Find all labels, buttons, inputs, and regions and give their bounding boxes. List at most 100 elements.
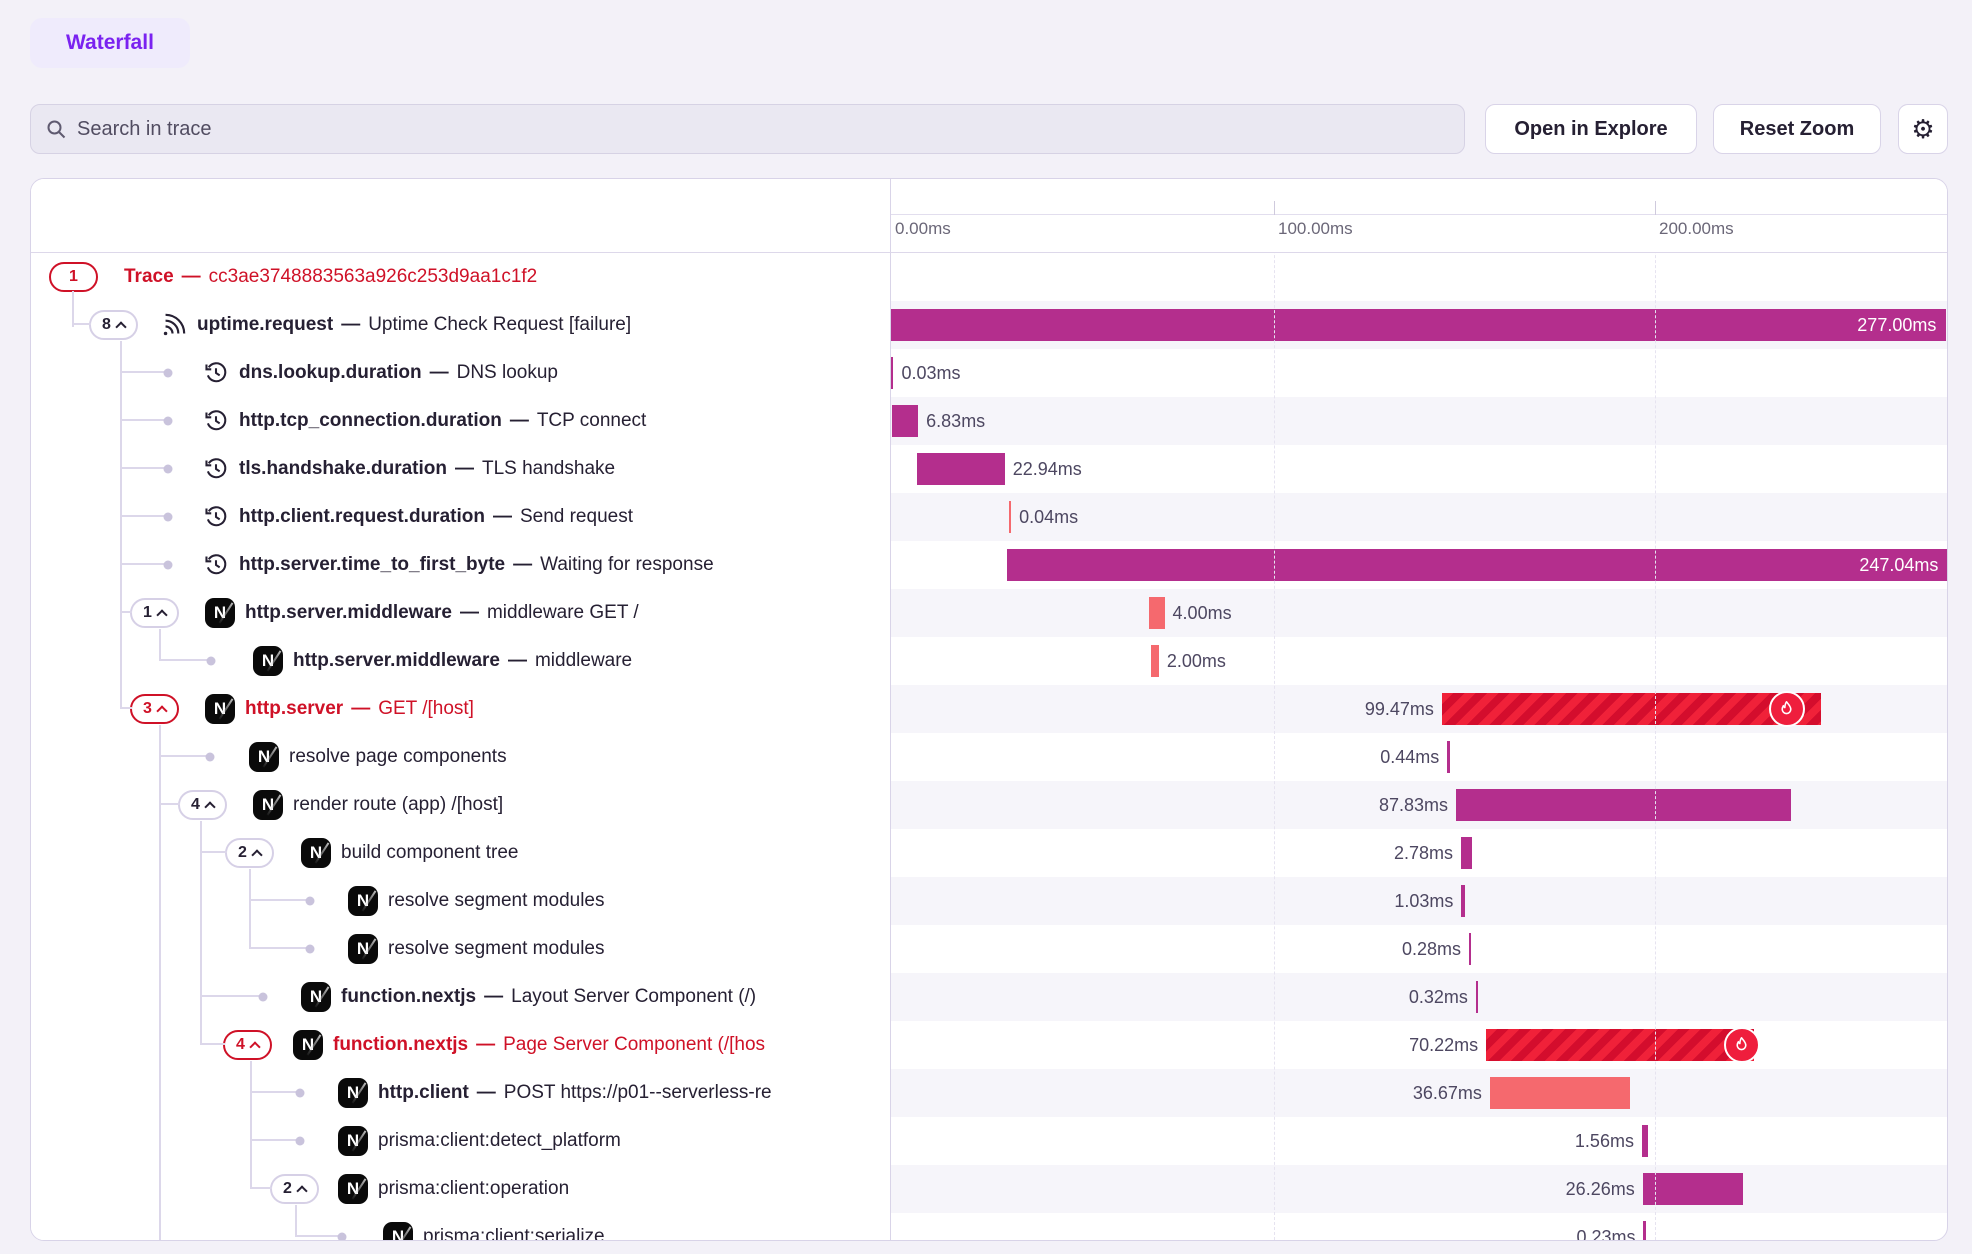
span-bar[interactable] <box>1461 885 1465 917</box>
span-row-timeline[interactable]: 247.04ms <box>891 541 1948 589</box>
span-bar[interactable] <box>1476 981 1478 1013</box>
span-row-timeline[interactable]: 26.26ms <box>891 1165 1948 1213</box>
span-row-timeline[interactable]: 99.47ms <box>891 685 1948 733</box>
span-bar[interactable] <box>1490 1077 1630 1109</box>
span-row-timeline[interactable] <box>891 253 1948 301</box>
span-row[interactable]: 1Nhttp.server.middleware—middleware GET … <box>31 589 1948 637</box>
span-row-timeline[interactable]: 2.78ms <box>891 829 1948 877</box>
span-bar[interactable] <box>1009 501 1011 533</box>
span-row-title[interactable]: http.server.time_to_first_byte—Waiting f… <box>31 541 891 589</box>
span-row-timeline[interactable]: 1.03ms <box>891 877 1948 925</box>
span-row-title[interactable]: 8uptime.request—Uptime Check Request [fa… <box>31 301 891 349</box>
span-bar[interactable] <box>1456 789 1791 821</box>
span-row[interactable]: Nprisma:client:detect_platform1.56ms <box>31 1117 1948 1165</box>
children-count-badge[interactable]: 3 <box>130 694 179 724</box>
nextjs-icon: N <box>338 1126 368 1156</box>
span-row-timeline[interactable]: 0.03ms <box>891 349 1948 397</box>
span-row-timeline[interactable]: 22.94ms <box>891 445 1948 493</box>
span-row-timeline[interactable]: 0.23ms <box>891 1213 1948 1241</box>
span-row[interactable]: Nhttp.client—POST https://p01--serverles… <box>31 1069 1948 1117</box>
span-bar[interactable] <box>917 453 1004 485</box>
span-row-title[interactable]: http.client.request.duration—Send reques… <box>31 493 891 541</box>
span-row-title[interactable]: Nprisma:client:detect_platform <box>31 1117 891 1165</box>
span-bar[interactable] <box>1149 597 1164 629</box>
span-row-title[interactable]: 1Nhttp.server.middleware—middleware GET … <box>31 589 891 637</box>
span-row[interactable]: 1 Trace—cc3ae3748883563a926c253d9aa1c1f2 <box>31 253 1948 301</box>
span-row[interactable]: dns.lookup.duration—DNS lookup0.03ms <box>31 349 1948 397</box>
span-row[interactable]: Nhttp.server.middleware—middleware2.00ms <box>31 637 1948 685</box>
reset-zoom-button[interactable]: Reset Zoom <box>1713 104 1881 154</box>
span-row-timeline[interactable]: 277.00ms <box>891 301 1948 349</box>
span-row-timeline[interactable]: 87.83ms <box>891 781 1948 829</box>
span-description: Trace—cc3ae3748883563a926c253d9aa1c1f2 <box>124 253 537 301</box>
span-row-title[interactable]: 1 Trace—cc3ae3748883563a926c253d9aa1c1f2 <box>31 253 891 301</box>
timeline-header[interactable]: 0.00ms 100.00ms 200.00ms <box>891 179 1948 253</box>
span-row-timeline[interactable]: 0.44ms <box>891 733 1948 781</box>
children-count-badge[interactable]: 1 <box>49 262 98 292</box>
span-row-timeline[interactable]: 70.22ms <box>891 1021 1948 1069</box>
span-row-timeline[interactable]: 0.28ms <box>891 925 1948 973</box>
children-count-badge[interactable]: 1 <box>130 598 179 628</box>
children-count-badge[interactable]: 4 <box>223 1030 272 1060</box>
search-input[interactable] <box>30 104 1465 154</box>
span-row-title[interactable]: Nresolve segment modules <box>31 925 891 973</box>
flame-icon[interactable] <box>1769 691 1805 727</box>
span-row[interactable]: 4Nfunction.nextjs—Page Server Component … <box>31 1021 1948 1069</box>
span-row-title[interactable]: 4Nfunction.nextjs—Page Server Component … <box>31 1021 891 1069</box>
span-row[interactable]: Nprisma:client:serialize 0.23ms <box>31 1213 1948 1241</box>
span-row[interactable]: Nresolve segment modules1.03ms <box>31 877 1948 925</box>
duration-label: 0.23ms <box>1576 1213 1635 1241</box>
span-row[interactable]: Nresolve segment modules0.28ms <box>31 925 1948 973</box>
span-row[interactable]: http.client.request.duration—Send reques… <box>31 493 1948 541</box>
span-row-timeline[interactable]: 0.32ms <box>891 973 1948 1021</box>
span-row[interactable]: 3Nhttp.server—GET /[host]99.47ms <box>31 685 1948 733</box>
span-row[interactable]: http.tcp_connection.duration—TCP connect… <box>31 397 1948 445</box>
span-row[interactable]: Nresolve page components0.44ms <box>31 733 1948 781</box>
span-row[interactable]: http.server.time_to_first_byte—Waiting f… <box>31 541 1948 589</box>
span-bar[interactable] <box>1469 933 1471 965</box>
span-row-title[interactable]: 3Nhttp.server—GET /[host] <box>31 685 891 733</box>
span-bar[interactable] <box>1447 741 1449 773</box>
span-row-title[interactable]: 2Nprisma:client:operation <box>31 1165 891 1213</box>
settings-button[interactable]: ⚙ <box>1898 104 1948 154</box>
span-row-title[interactable]: http.tcp_connection.duration—TCP connect <box>31 397 891 445</box>
span-row[interactable]: Nfunction.nextjs—Layout Server Component… <box>31 973 1948 1021</box>
span-bar[interactable] <box>1151 645 1159 677</box>
span-row-timeline[interactable]: 0.04ms <box>891 493 1948 541</box>
span-row-title[interactable]: 2Nbuild component tree <box>31 829 891 877</box>
span-row[interactable]: 8uptime.request—Uptime Check Request [fa… <box>31 301 1948 349</box>
span-row[interactable]: tls.handshake.duration—TLS handshake22.9… <box>31 445 1948 493</box>
span-row-title[interactable]: Nresolve page components <box>31 733 891 781</box>
span-bar[interactable] <box>892 405 918 437</box>
span-bar[interactable] <box>1643 1173 1743 1205</box>
span-row-title[interactable]: tls.handshake.duration—TLS handshake <box>31 445 891 493</box>
tab-waterfall[interactable]: Waterfall <box>30 18 190 68</box>
span-row-title[interactable]: Nhttp.client—POST https://p01--serverles… <box>31 1069 891 1117</box>
span-row[interactable]: 2Nprisma:client:operation26.26ms <box>31 1165 1948 1213</box>
span-row-title[interactable]: Nfunction.nextjs—Layout Server Component… <box>31 973 891 1021</box>
span-bar[interactable] <box>1442 693 1821 725</box>
children-count-badge[interactable]: 2 <box>225 838 274 868</box>
span-row-timeline[interactable]: 6.83ms <box>891 397 1948 445</box>
span-row[interactable]: 2Nbuild component tree2.78ms <box>31 829 1948 877</box>
span-row-title[interactable]: Nresolve segment modules <box>31 877 891 925</box>
span-row-title[interactable]: dns.lookup.duration—DNS lookup <box>31 349 891 397</box>
children-count-badge[interactable]: 4 <box>178 790 227 820</box>
span-row-timeline[interactable]: 2.00ms <box>891 637 1948 685</box>
span-bar[interactable] <box>891 357 893 389</box>
span-row-timeline[interactable]: 36.67ms <box>891 1069 1948 1117</box>
span-row-title[interactable]: Nhttp.server.middleware—middleware <box>31 637 891 685</box>
span-bar[interactable] <box>1461 837 1472 869</box>
span-row-title[interactable]: 4Nrender route (app) /[host] <box>31 781 891 829</box>
span-row-timeline[interactable]: 1.56ms <box>891 1117 1948 1165</box>
children-count-badge[interactable]: 8 <box>89 310 138 340</box>
open-in-explore-button[interactable]: Open in Explore <box>1485 104 1697 154</box>
span-row-timeline[interactable]: 4.00ms <box>891 589 1948 637</box>
span-row[interactable]: 4Nrender route (app) /[host]87.83ms <box>31 781 1948 829</box>
span-bar[interactable] <box>1486 1029 1754 1061</box>
span-bar[interactable] <box>1642 1125 1648 1157</box>
span-row-title[interactable]: Nprisma:client:serialize <box>31 1213 891 1241</box>
span-bar[interactable] <box>1643 1221 1645 1241</box>
children-count-badge[interactable]: 2 <box>270 1174 319 1204</box>
flame-icon[interactable] <box>1724 1027 1760 1063</box>
